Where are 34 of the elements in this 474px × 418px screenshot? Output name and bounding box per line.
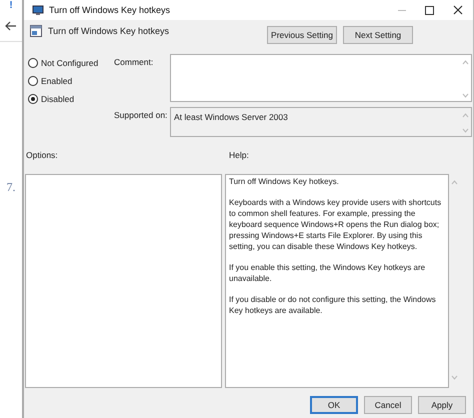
nav-button[interactable]: Next Setting bbox=[343, 26, 413, 44]
scroll-up-icon[interactable] bbox=[462, 60, 469, 65]
help-label: Help: bbox=[229, 150, 249, 162]
help-paragraph: If you disable or do not configure this setting, the Windows Key hotkeys are available. bbox=[229, 294, 437, 316]
scroll-up-icon[interactable] bbox=[451, 180, 458, 185]
comment-label: Comment: bbox=[114, 56, 154, 69]
scroll-down-icon[interactable] bbox=[462, 93, 469, 98]
radio-button[interactable] bbox=[28, 58, 38, 68]
help-paragraph: Turn off Windows Key hotkeys. bbox=[229, 176, 340, 187]
nav-button[interactable]: Previous Setting bbox=[267, 26, 337, 44]
scroll-up-icon[interactable] bbox=[462, 113, 469, 118]
radio-button[interactable] bbox=[28, 76, 38, 86]
comment-field[interactable] bbox=[170, 54, 472, 102]
dialog-button[interactable]: Apply bbox=[418, 396, 466, 414]
help-paragraph: Keyboards with a Windows key provide users with shortcuts to common shell features. For example, pressing the keyboard sequence Windows+R opens the Run dialog box; pressing Windows+E starts File Explorer. By using this setting, you can disable these Windows Key hotkeys. bbox=[229, 197, 442, 252]
radio-label[interactable]: Enabled bbox=[41, 76, 72, 86]
list-number: 7. bbox=[6, 180, 16, 195]
radio-button[interactable] bbox=[28, 94, 38, 104]
radio-label[interactable]: Disabled bbox=[41, 94, 74, 104]
policy-icon bbox=[30, 25, 42, 37]
supported-on-value: At least Windows Server 2003 bbox=[173, 111, 288, 124]
options-label: Options: bbox=[25, 150, 59, 162]
help-paragraph: If you enable this setting, the Windows Key hotkeys are unavailable. bbox=[229, 262, 426, 284]
dialog-button[interactable]: OK bbox=[310, 396, 358, 414]
dialog-button[interactable]: Cancel bbox=[364, 396, 412, 414]
radio-label[interactable]: Not Configured bbox=[41, 58, 98, 68]
exclamation-mark: ! bbox=[9, 0, 13, 12]
back-arrow-icon[interactable] bbox=[5, 21, 17, 31]
scroll-down-icon[interactable] bbox=[462, 128, 469, 133]
supported-on-label: Supported on: bbox=[114, 109, 168, 122]
scroll-down-icon[interactable] bbox=[451, 375, 458, 380]
setting-name: Turn off Windows Key hotkeys bbox=[48, 26, 170, 36]
window-title: Turn off Windows Key hotkeys bbox=[49, 5, 170, 15]
computer-icon bbox=[32, 4, 44, 16]
